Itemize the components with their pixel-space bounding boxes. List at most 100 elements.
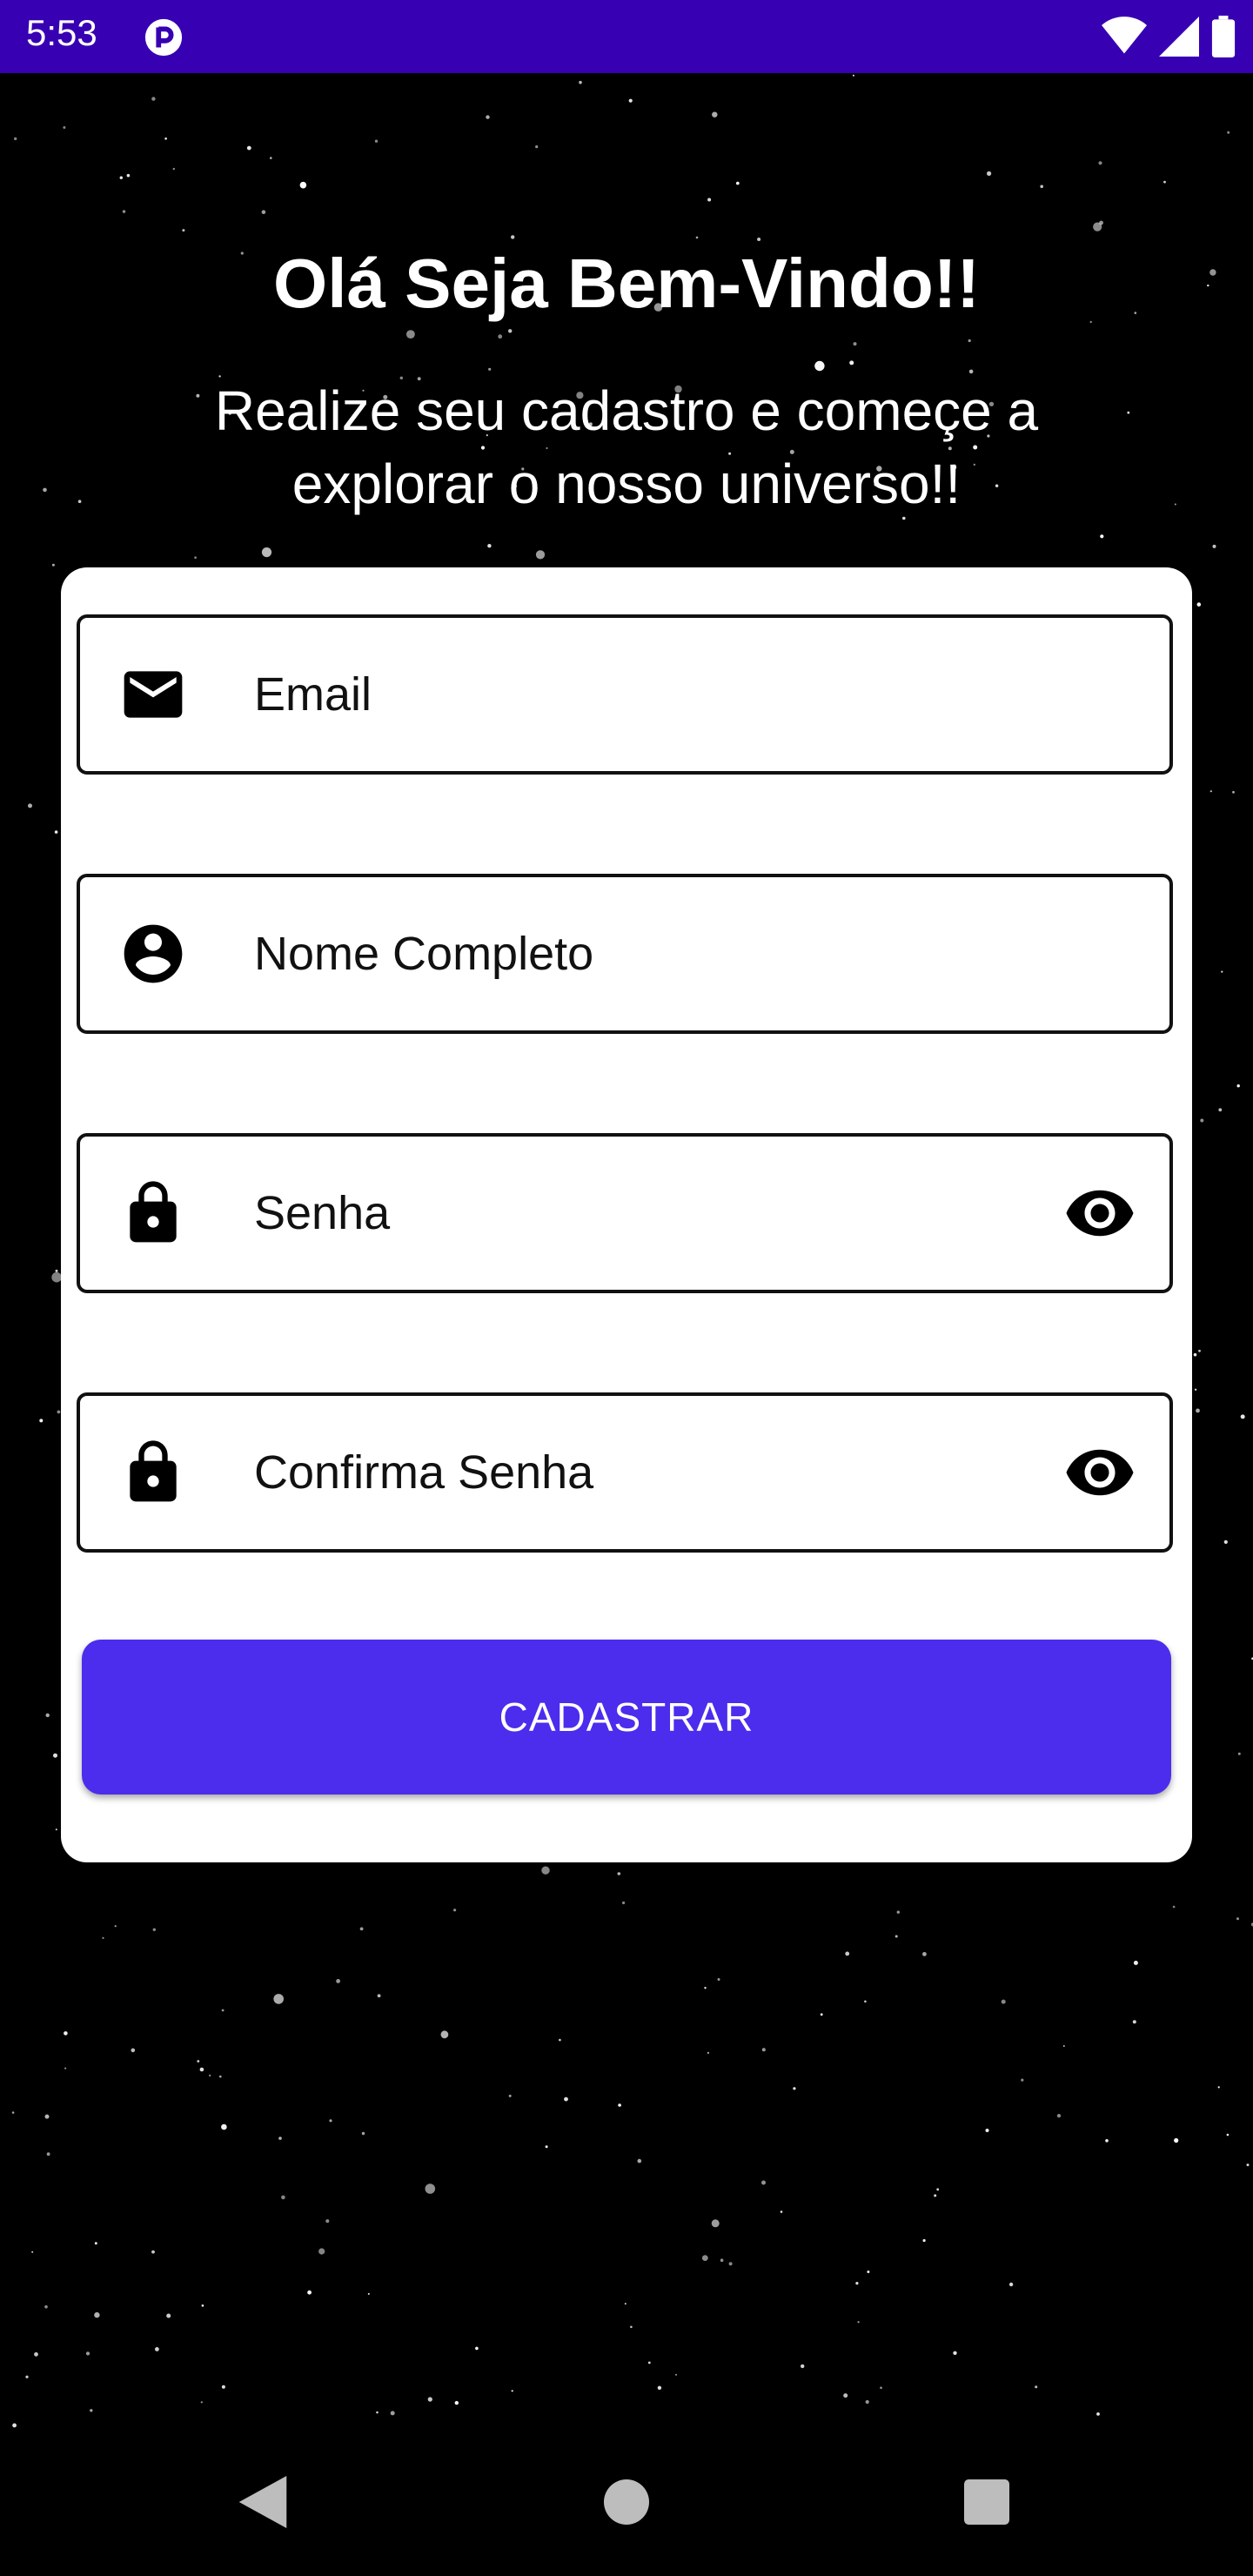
email-field[interactable]: Email xyxy=(77,614,1173,775)
star xyxy=(63,126,66,129)
status-bar: 5:53 xyxy=(0,0,1253,73)
star xyxy=(535,550,546,560)
star xyxy=(1040,184,1043,189)
star xyxy=(1001,1999,1006,2004)
app-notification-icon xyxy=(144,18,183,57)
eye-icon[interactable] xyxy=(1063,1436,1136,1509)
star xyxy=(427,2397,432,2402)
confirm-password-field[interactable]: Confirma Senha xyxy=(77,1392,1173,1553)
star xyxy=(114,1925,117,1928)
star xyxy=(1236,1917,1239,1921)
star xyxy=(39,1419,44,1423)
star xyxy=(46,2152,50,2157)
star xyxy=(152,1928,156,1931)
star xyxy=(51,563,55,567)
star xyxy=(864,2000,867,2003)
star xyxy=(44,2114,50,2119)
star xyxy=(1221,970,1223,973)
password-field[interactable]: Senha xyxy=(77,1133,1173,1293)
star xyxy=(852,74,854,77)
wifi-icon xyxy=(1102,17,1147,54)
star xyxy=(511,2390,513,2392)
star xyxy=(367,2292,370,2295)
star xyxy=(425,2184,436,2194)
star xyxy=(1226,2133,1230,2137)
star xyxy=(122,210,126,213)
full-name-field[interactable]: Nome Completo xyxy=(77,874,1173,1034)
email-placeholder: Email xyxy=(254,668,372,721)
battery-icon xyxy=(1211,16,1236,57)
star xyxy=(1236,1084,1240,1088)
star xyxy=(1062,2045,1065,2047)
star xyxy=(617,1872,621,1875)
star xyxy=(1209,790,1212,793)
star xyxy=(102,1936,104,1939)
eye-icon[interactable] xyxy=(1063,1177,1136,1250)
star xyxy=(64,2067,67,2070)
password-placeholder: Senha xyxy=(254,1187,391,1239)
star xyxy=(270,157,272,159)
star xyxy=(1008,2282,1014,2287)
star xyxy=(1193,1352,1197,1357)
star xyxy=(273,1994,285,2004)
star xyxy=(1172,1905,1176,1909)
star xyxy=(622,1901,626,1905)
star xyxy=(1223,1540,1228,1544)
star xyxy=(155,2347,159,2351)
star xyxy=(508,329,513,333)
star xyxy=(221,2009,224,2012)
star xyxy=(1200,1118,1204,1123)
star xyxy=(31,2251,34,2253)
star xyxy=(857,2321,860,2324)
home-icon[interactable] xyxy=(604,2479,649,2525)
star xyxy=(1133,1961,1138,1965)
star xyxy=(922,2238,926,2243)
star xyxy=(780,2210,783,2213)
star xyxy=(717,1978,720,1981)
star xyxy=(535,145,539,149)
star xyxy=(1099,220,1103,225)
star xyxy=(637,2158,642,2163)
recents-icon[interactable] xyxy=(964,2479,1009,2525)
star xyxy=(1217,2086,1220,2089)
star xyxy=(14,137,17,141)
lock-icon xyxy=(130,1181,177,1243)
star xyxy=(151,2250,155,2254)
star xyxy=(498,334,503,339)
star xyxy=(261,210,266,214)
welcome-subtitle: Realize seu cadastro e começe a explorar… xyxy=(214,379,1039,515)
star xyxy=(814,360,825,372)
star xyxy=(390,2411,395,2416)
star xyxy=(541,1866,550,1875)
star xyxy=(318,2248,325,2255)
register-button[interactable]: CADASTRAR xyxy=(82,1640,1171,1794)
star xyxy=(720,2258,724,2262)
star xyxy=(1198,1349,1201,1352)
star xyxy=(1021,2078,1024,2082)
star xyxy=(246,145,251,151)
star xyxy=(985,2129,989,2132)
star xyxy=(820,2013,823,2016)
confirm-password-placeholder: Confirma Senha xyxy=(254,1446,594,1499)
star xyxy=(896,1910,901,1914)
star xyxy=(1196,1408,1200,1413)
star xyxy=(376,2411,379,2414)
star xyxy=(278,2137,282,2140)
star xyxy=(45,1713,50,1718)
full-name-placeholder: Nome Completo xyxy=(254,928,594,980)
star xyxy=(1035,2385,1038,2389)
star xyxy=(1246,2163,1250,2167)
star xyxy=(934,2194,937,2197)
star xyxy=(701,2255,708,2262)
star xyxy=(579,80,582,84)
back-icon[interactable] xyxy=(238,2476,287,2528)
star xyxy=(261,547,272,558)
star xyxy=(1237,1752,1241,1755)
star xyxy=(119,176,123,179)
star xyxy=(508,2094,512,2097)
star xyxy=(201,2304,204,2307)
star xyxy=(624,2303,626,2305)
star xyxy=(57,1410,61,1414)
star xyxy=(736,181,740,185)
star xyxy=(325,2219,330,2224)
